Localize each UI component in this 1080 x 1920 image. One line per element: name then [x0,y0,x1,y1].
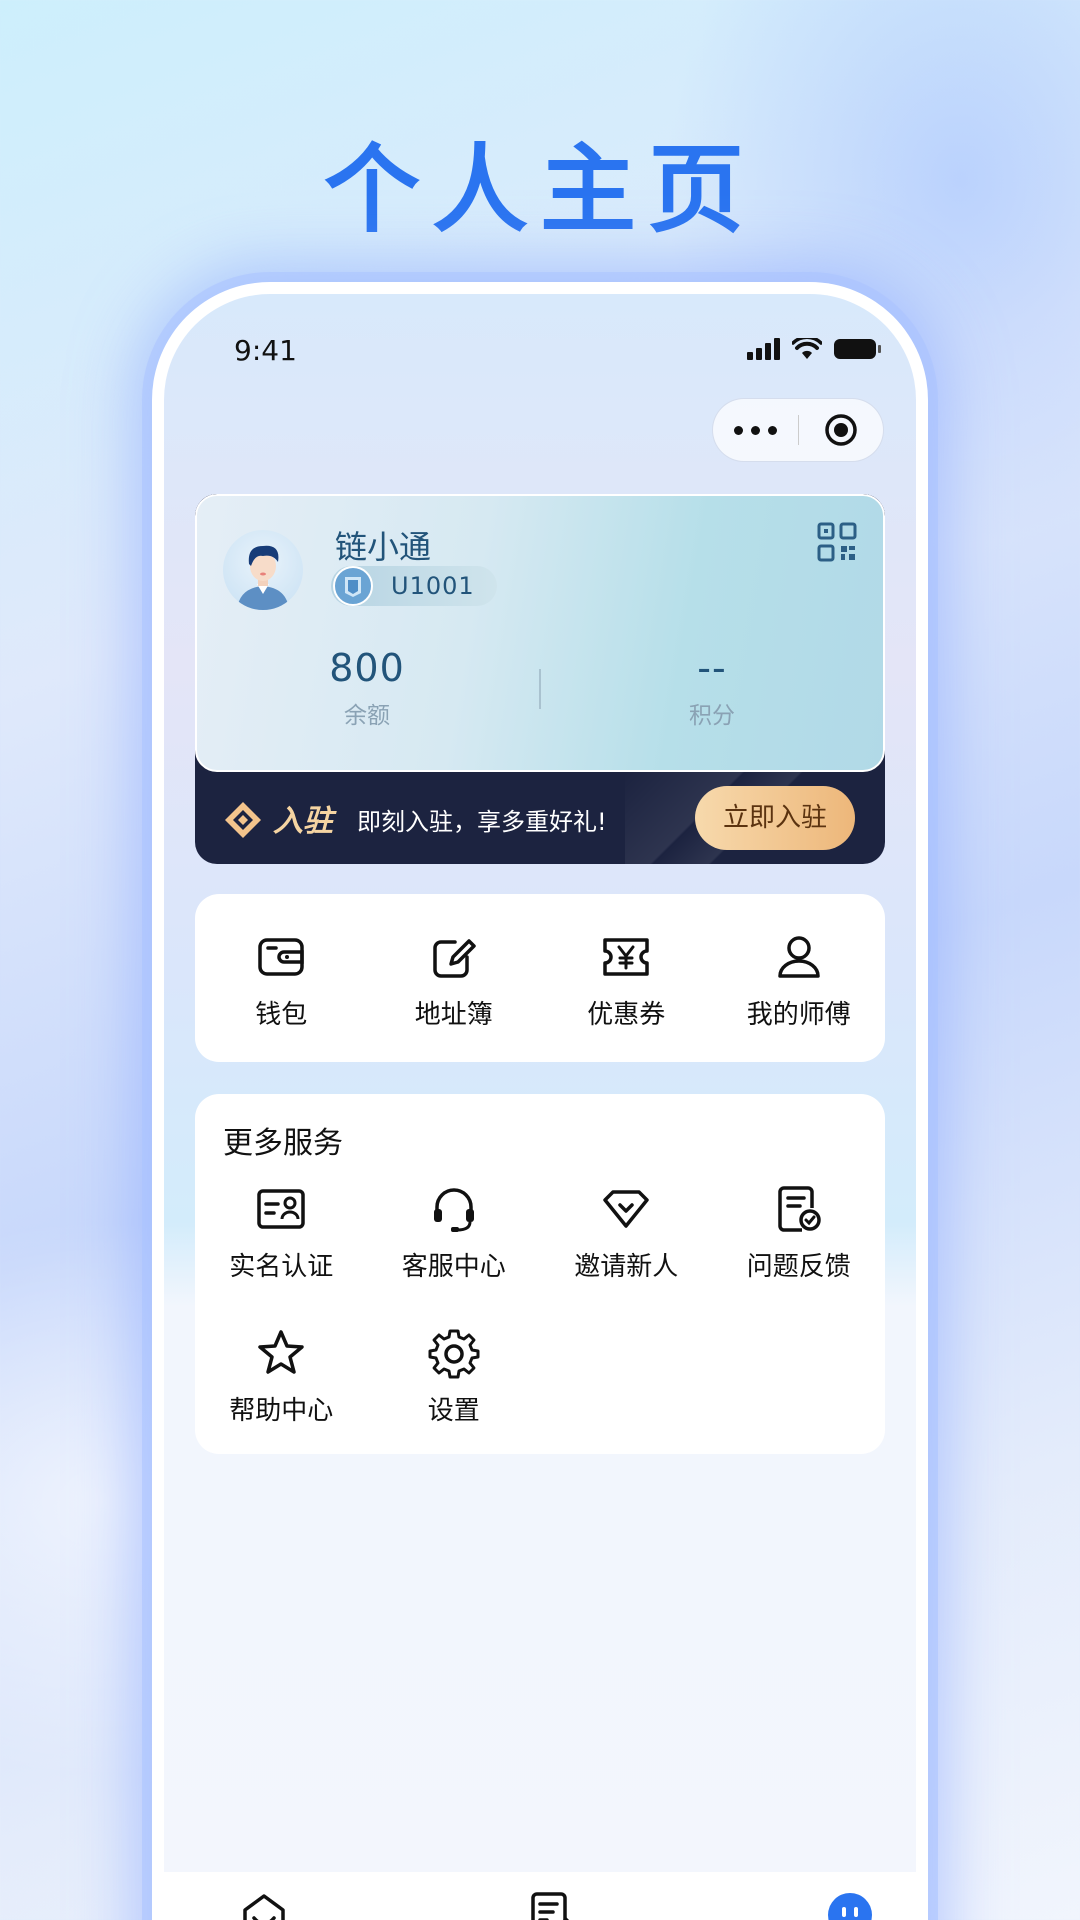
feedback-label: 问题反馈 [746,1252,851,1282]
gear-icon [428,1329,480,1379]
points-label: 积分 [689,703,735,729]
order-icon [531,1892,570,1920]
status-icons [747,338,881,360]
edit-icon [433,939,476,978]
user-id-badge: U1001 [331,566,497,606]
mini-program-capsule [712,398,884,462]
join-now-button[interactable]: 立即入驻 [695,786,855,850]
diamond-icon [603,1190,649,1228]
services-row: 实名认证 客服中心 邀请新人 问题反馈 [195,1182,885,1283]
wallet-label: 钱包 [255,1000,308,1030]
join-banner: 入驻 即刻入驻，享多重好礼! 立即入驻 [195,772,885,864]
close-miniprogram-button[interactable] [799,413,884,447]
signal-icon [747,338,780,360]
home-icon [243,1894,285,1920]
settings-button[interactable]: 设置 [368,1326,541,1427]
member-badge-icon [333,566,373,606]
services-row: 帮助中心 设置 [195,1326,885,1427]
my-master-label: 我的师傅 [746,1000,851,1030]
user-id: U1001 [391,572,475,600]
balance-stat[interactable]: 800 余额 [247,646,487,730]
help-center-button[interactable]: 帮助中心 [195,1326,368,1427]
more-services-card: 更多服务 实名认证 客服中心 邀请新人 问题反馈 帮助中心 设置 [195,1094,885,1454]
page-title: 个人主页 [324,134,756,246]
tab-home[interactable]: 首页 [204,1890,324,1920]
status-time: 9:41 [234,334,297,367]
profile-icon [828,1893,872,1920]
more-services-title: 更多服务 [223,1126,343,1161]
person-icon [778,936,820,978]
invite-new-button[interactable]: 邀请新人 [540,1182,713,1283]
my-master-button[interactable]: 我的师傅 [713,894,886,1062]
diamond-badge-icon [225,802,261,838]
join-description: 即刻入驻，享多重好礼! [357,808,607,836]
address-book-button[interactable]: 地址簿 [368,894,541,1062]
qr-code-icon[interactable] [817,522,857,562]
balance-label: 余额 [344,703,390,729]
help-center-label: 帮助中心 [229,1396,334,1426]
points-value: -- [697,646,727,690]
real-name-auth-label: 实名认证 [229,1252,334,1282]
id-card-icon [257,1189,305,1229]
tab-orders[interactable]: 订单 [490,1890,610,1920]
real-name-auth-button[interactable]: 实名认证 [195,1182,368,1283]
invite-new-label: 邀请新人 [574,1252,679,1282]
customer-service-button[interactable]: 客服中心 [368,1182,541,1283]
points-stat[interactable]: -- 积分 [592,646,832,730]
phone-screen: 9:41 链小通 U1001 800 余额 -- 积分 入驻 即刻入驻，享多重好… [164,294,916,1920]
star-icon [258,1330,304,1374]
phone-frame: 9:41 链小通 U1001 800 余额 -- 积分 入驻 即刻入驻，享多重好… [152,282,928,1920]
profile-summary: 链小通 U1001 800 余额 -- 积分 [195,494,885,772]
battery-icon [834,339,881,359]
stat-divider [539,669,541,709]
coupon-label: 优惠券 [587,1000,666,1030]
settings-label: 设置 [427,1396,480,1426]
wifi-icon [792,338,822,359]
tab-bar: 首页 订单 我的 [164,1872,916,1920]
user-name: 链小通 [335,528,432,566]
quick-actions-card: 钱包 地址簿 优惠券 我的师傅 [195,894,885,1062]
status-bar: 9:41 [234,334,881,374]
headset-icon [433,1188,474,1232]
target-icon [825,414,857,446]
customer-service-label: 客服中心 [401,1252,506,1282]
wallet-button[interactable]: 钱包 [195,894,368,1062]
balance-value: 800 [329,646,405,690]
feedback-button[interactable]: 问题反馈 [713,1182,886,1283]
profile-card: 链小通 U1001 800 余额 -- 积分 入驻 即刻入驻，享多重好礼! 立即… [195,494,885,864]
feedback-icon [778,1186,821,1232]
wallet-icon [258,938,304,976]
address-book-label: 地址簿 [414,1000,493,1030]
avatar[interactable] [223,530,303,610]
coupon-icon [603,938,649,976]
coupon-button[interactable]: 优惠券 [540,894,713,1062]
tab-mine[interactable]: 我的 [790,1890,910,1920]
more-menu-button[interactable] [713,425,798,435]
join-title: 入驻 [273,804,333,839]
